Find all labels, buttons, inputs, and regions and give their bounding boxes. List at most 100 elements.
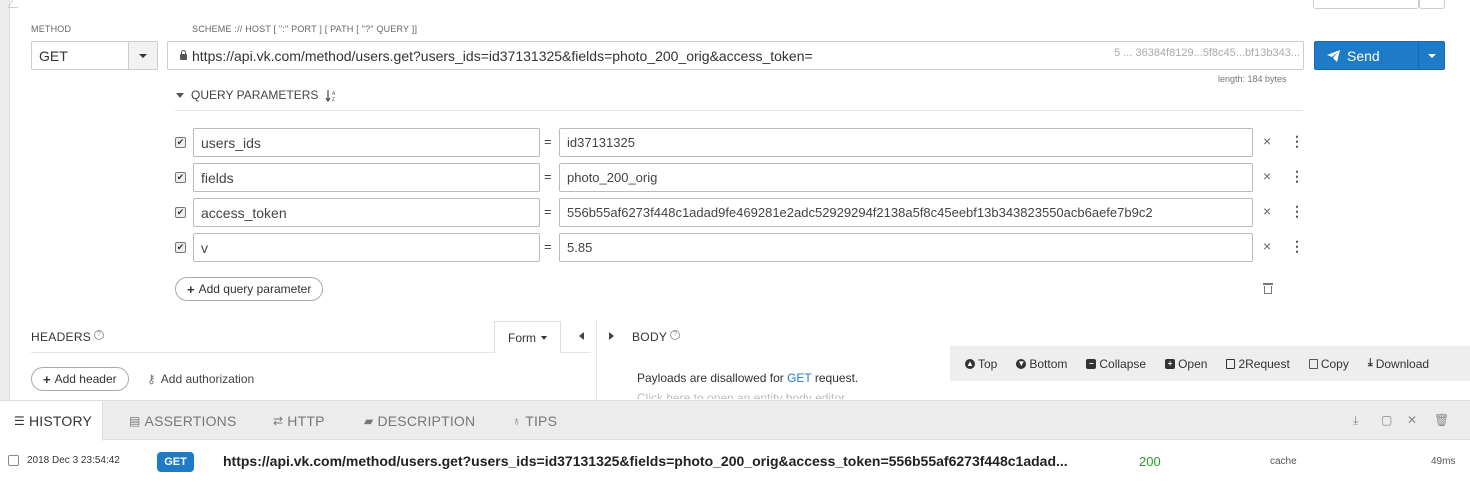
to-request-button[interactable]: 2Request xyxy=(1226,356,1290,371)
param-value-input[interactable]: photo_200_orig xyxy=(559,163,1253,192)
tab-assertions-label: ASSERTIONS xyxy=(144,412,237,429)
param-value-input[interactable]: 556b55af6273f448c1adad9fe469281e2adc5292… xyxy=(559,198,1253,227)
help-icon[interactable]: ? xyxy=(670,330,681,340)
open-body-editor-link[interactable]: Click here to open an entity body editor xyxy=(637,391,845,399)
to-request-label: 2Request xyxy=(1238,356,1290,371)
collapse-left-icon[interactable] xyxy=(579,332,584,340)
close-icon[interactable]: ✕ xyxy=(1407,413,1417,427)
headers-title: HEADERS? xyxy=(31,330,105,344)
trash-icon[interactable]: 🗑 xyxy=(1434,413,1449,427)
equals-sign: = xyxy=(544,204,552,219)
open-button[interactable]: + Open xyxy=(1165,357,1207,371)
svg-text:Z: Z xyxy=(332,97,335,102)
remove-param-icon[interactable]: × xyxy=(1263,203,1271,219)
bottom-tabs: ☰ HISTORY ▤ ASSERTIONS ⇄ HTTP ▰ DESCRIPTION … xyxy=(0,401,1470,441)
arrow-up-circle-icon: ▲ xyxy=(965,358,975,369)
send-label: Send xyxy=(1347,47,1380,64)
method-dropdown-toggle[interactable] xyxy=(128,42,157,69)
equals-sign: = xyxy=(544,239,552,254)
query-param-row: ✔ access_token = 556b55af6273f448c1adad9… xyxy=(175,198,1305,228)
url-text: https://api.vk.com/method/users.get?user… xyxy=(192,47,813,64)
tab-tips[interactable]: ♁ TIPS xyxy=(512,401,557,440)
chevron-down-icon xyxy=(1427,53,1436,58)
query-params-toggle[interactable]: QUERY PARAMETERS AZ xyxy=(176,88,338,102)
exchange-icon: ⇄ xyxy=(273,413,284,428)
sort-alpha-icon[interactable]: AZ xyxy=(325,89,338,102)
send-button[interactable]: Send xyxy=(1314,41,1445,70)
more-options-icon[interactable]: ⋮ xyxy=(1290,168,1304,185)
copy-label: Copy xyxy=(1320,356,1349,371)
response-toolbar: ▲ Top ▼ Bottom − Collapse + Open 2Request Co… xyxy=(950,346,1470,381)
tab-description[interactable]: ▰ DESCRIPTION xyxy=(364,401,475,440)
method-label: METHOD xyxy=(31,24,72,34)
bottom-button[interactable]: ▼ Bottom xyxy=(1016,357,1067,371)
url-input[interactable]: https://api.vk.com/method/users.get?user… xyxy=(167,41,1304,70)
download-icon: ⤓ xyxy=(1367,357,1373,369)
param-value-input[interactable]: 5.85 xyxy=(559,233,1253,262)
param-key-input[interactable]: users_ids xyxy=(193,128,540,157)
url-tail: 5 ... 36384f8129...5f8c45...bf13b343... xyxy=(1114,47,1300,59)
help-icon[interactable]: ? xyxy=(94,330,105,340)
param-key-input[interactable]: fields xyxy=(193,163,540,192)
maximize-icon[interactable]: ▢ xyxy=(1381,413,1392,427)
send-main[interactable]: Send xyxy=(1315,42,1418,69)
paper-plane-icon xyxy=(1327,49,1340,62)
expand-right-icon[interactable] xyxy=(609,332,614,340)
more-options-icon[interactable]: ⋮ xyxy=(1290,133,1304,150)
more-options-icon[interactable]: ⋮ xyxy=(1290,203,1304,220)
param-checkbox[interactable]: ✔ xyxy=(175,242,186,253)
add-query-param-label: Add query parameter xyxy=(198,282,312,296)
copy-button[interactable]: Copy xyxy=(1308,356,1349,371)
add-query-param-button[interactable]: + Add query parameter xyxy=(175,277,324,301)
add-authorization-link[interactable]: ⚷ Add authorization xyxy=(147,372,254,386)
list-alt-icon: ▤ xyxy=(129,413,141,428)
cache-label: cache xyxy=(1270,456,1297,467)
tab-history[interactable]: ☰ HISTORY xyxy=(0,401,104,441)
minus-square-icon: − xyxy=(1086,358,1097,369)
url-label: SCHEME :// HOST [ ":" PORT ] [ PATH [ "?… xyxy=(192,24,418,34)
history-panel: ☰ HISTORY ▤ ASSERTIONS ⇄ HTTP ▰ DESCRIPTION … xyxy=(0,400,1470,482)
remove-param-icon[interactable]: × xyxy=(1263,133,1271,149)
top-button[interactable]: ▲ Top xyxy=(965,357,997,371)
download-label: Download xyxy=(1375,356,1430,371)
trash-icon[interactable] xyxy=(1263,282,1273,294)
tab-http[interactable]: ⇄ HTTP xyxy=(273,401,325,440)
add-header-label: Add header xyxy=(54,372,117,386)
param-value-input[interactable]: id37131325 xyxy=(559,128,1253,157)
tab-assertions[interactable]: ▤ ASSERTIONS xyxy=(129,401,237,440)
send-dropdown-toggle[interactable] xyxy=(1418,42,1444,69)
remove-param-icon[interactable]: × xyxy=(1263,168,1271,184)
download-button[interactable]: ⤓ Download xyxy=(1368,357,1429,371)
tab-description-label: DESCRIPTION xyxy=(377,412,476,429)
history-checkbox[interactable] xyxy=(8,455,19,466)
history-row[interactable]: 2018 Dec 3 23:54:42 GET https://api.vk.c… xyxy=(0,441,1470,482)
panel-divider xyxy=(596,320,597,400)
tab-http-label: HTTP xyxy=(287,412,325,429)
param-checkbox[interactable]: ✔ xyxy=(175,172,186,183)
method-select[interactable]: GET xyxy=(31,41,158,70)
top-right-field[interactable] xyxy=(1313,0,1419,9)
lightbulb-icon: ♁ xyxy=(512,413,522,428)
add-authorization-label: Add authorization xyxy=(160,372,255,386)
query-param-row: ✔ fields = photo_200_orig × ⋮ xyxy=(175,163,1305,193)
payload-method-link[interactable]: GET xyxy=(787,371,811,385)
top-right-button[interactable] xyxy=(1419,0,1445,9)
form-mode-select[interactable]: Form xyxy=(494,321,561,353)
download-icon[interactable]: ⤓ xyxy=(1353,413,1358,428)
book-icon: ▰ xyxy=(364,413,374,428)
history-url[interactable]: https://api.vk.com/method/users.get?user… xyxy=(223,453,1068,469)
param-checkbox[interactable]: ✔ xyxy=(175,207,186,218)
remove-param-icon[interactable]: × xyxy=(1263,238,1271,254)
top-label: Top xyxy=(978,356,998,371)
add-header-button[interactable]: + Add header xyxy=(31,367,129,391)
collapse-button[interactable]: − Collapse xyxy=(1086,357,1146,371)
query-params-title: QUERY PARAMETERS xyxy=(191,88,319,102)
lock-icon xyxy=(174,50,192,60)
arrow-down-circle-icon: ▼ xyxy=(1016,358,1027,369)
param-key-input[interactable]: v xyxy=(193,233,540,262)
more-options-icon[interactable]: ⋮ xyxy=(1290,238,1304,255)
plus-icon: + xyxy=(43,371,51,387)
param-checkbox[interactable]: ✔ xyxy=(175,137,186,148)
param-key-input[interactable]: access_token xyxy=(193,198,540,227)
url-length: length: 184 bytes xyxy=(1218,74,1287,84)
